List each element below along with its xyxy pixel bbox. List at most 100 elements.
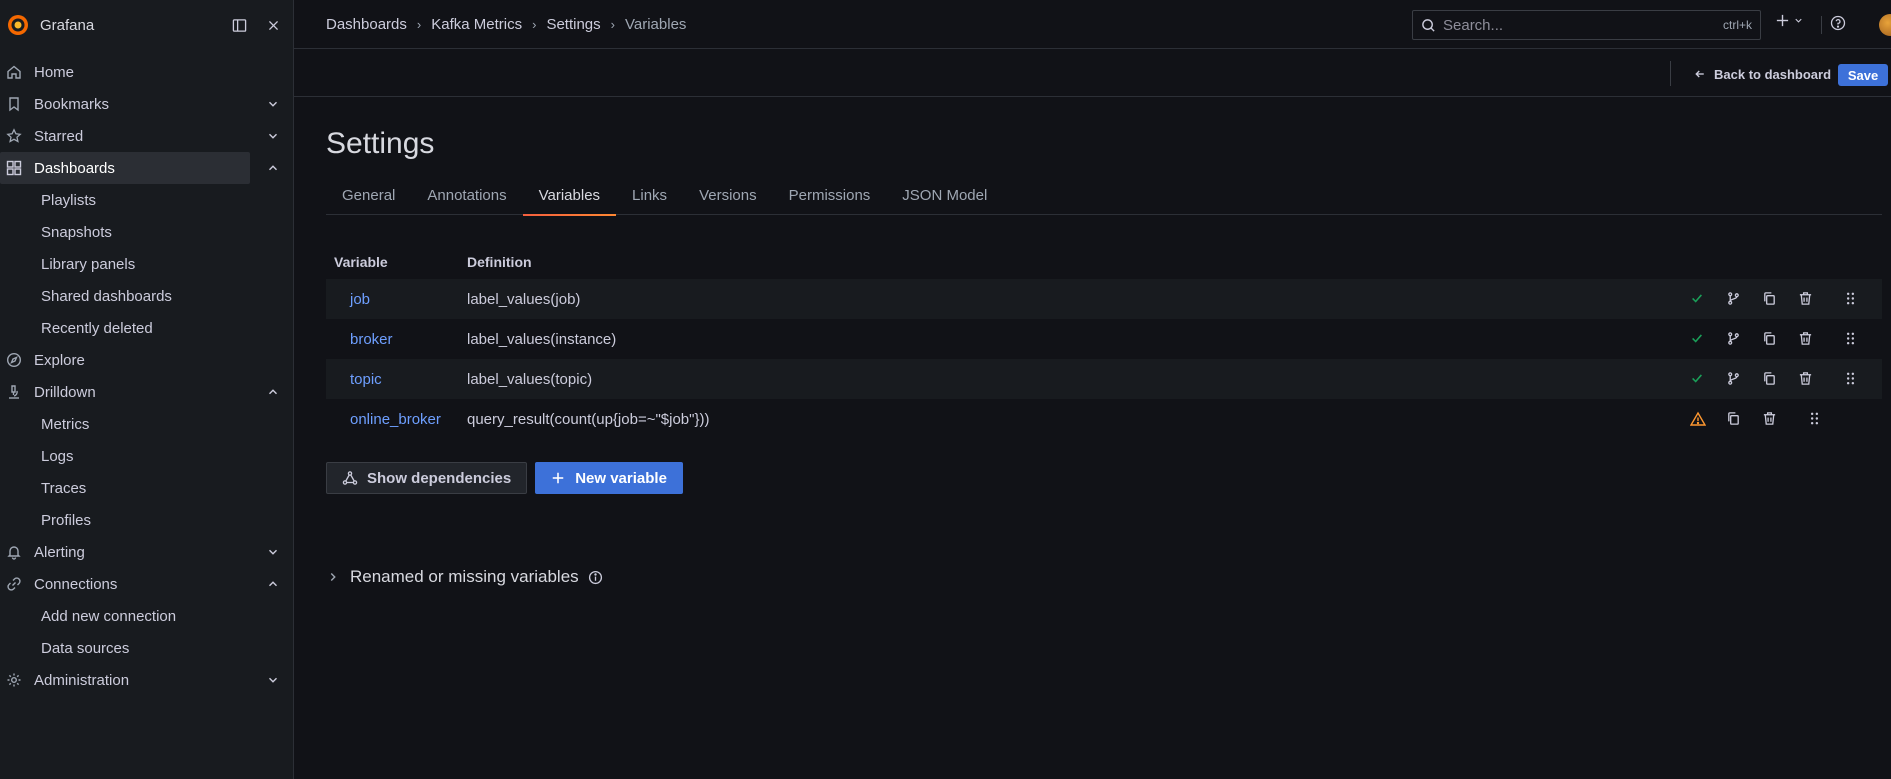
variable-actions: Show dependencies New variable [326, 462, 683, 494]
sidebar-item-administration[interactable]: Administration [0, 664, 277, 696]
new-menu-button[interactable] [1775, 13, 1804, 28]
trash-icon[interactable] [1798, 371, 1814, 387]
breadcrumb: Dashboards › Kafka Metrics › Settings › … [326, 16, 686, 33]
plus-icon [551, 471, 565, 485]
trash-icon[interactable] [1798, 291, 1814, 307]
compass-icon [6, 352, 22, 368]
copy-icon[interactable] [1726, 411, 1742, 427]
drag-handle-icon[interactable] [1843, 371, 1859, 387]
chevron-up-icon[interactable] [266, 385, 280, 399]
arrow-left-icon [1694, 68, 1706, 80]
chevron-down-icon[interactable] [266, 129, 280, 143]
chevron-right-icon [326, 570, 340, 584]
sidebar-item-playlists[interactable]: Playlists [0, 184, 293, 216]
search-input[interactable]: Search... ctrl+k [1412, 10, 1761, 40]
page-title: Settings [326, 127, 435, 160]
dependencies-icon [342, 470, 358, 486]
code-branch-icon[interactable] [1726, 371, 1742, 387]
sidebar-item-label: Starred [34, 127, 84, 145]
check-icon [1690, 331, 1706, 347]
dock-menu-icon[interactable] [227, 13, 251, 37]
breadcrumb-dashboards[interactable]: Dashboards [326, 16, 407, 33]
link-icon [6, 576, 22, 592]
avatar[interactable] [1879, 14, 1891, 36]
copy-icon[interactable] [1762, 331, 1778, 347]
bell-icon [6, 544, 22, 560]
table-row[interactable]: online_broker query_result(count(up{job=… [326, 399, 1882, 439]
sidebar-item-label: Alerting [34, 543, 85, 561]
table-row[interactable]: job label_values(job) [326, 279, 1882, 319]
breadcrumb-kafka-metrics[interactable]: Kafka Metrics [431, 16, 522, 33]
tab-json-model[interactable]: JSON Model [886, 180, 1003, 215]
code-branch-icon[interactable] [1726, 331, 1742, 347]
tab-annotations[interactable]: Annotations [411, 180, 522, 215]
tab-permissions[interactable]: Permissions [773, 180, 887, 215]
info-circle-icon[interactable] [588, 570, 603, 585]
tab-variables[interactable]: Variables [522, 180, 617, 216]
table-row[interactable]: broker label_values(instance) [326, 319, 1882, 359]
sidebar-item-metrics[interactable]: Metrics [0, 408, 293, 440]
sidebar-item-logs[interactable]: Logs [0, 440, 293, 472]
sidebar-item-bookmarks[interactable]: Bookmarks [0, 88, 277, 120]
search-placeholder: Search... [1443, 16, 1504, 34]
sidebar-item-label: Administration [34, 671, 130, 689]
new-variable-button[interactable]: New variable [535, 462, 683, 494]
show-dependencies-button[interactable]: Show dependencies [326, 462, 528, 494]
settings-tabs: General Annotations Variables Links Vers… [326, 180, 1882, 216]
grafana-logo-icon[interactable] [6, 13, 30, 37]
sidebar-item-profiles[interactable]: Profiles [0, 504, 293, 536]
sidebar-item-explore[interactable]: Explore [0, 344, 249, 376]
variable-name-link[interactable]: job [326, 291, 467, 308]
back-to-dashboard-button[interactable]: Back to dashboard [1694, 63, 1831, 85]
sidebar-header: Grafana [0, 0, 293, 50]
help-icon[interactable] [1830, 15, 1848, 33]
home-icon [6, 64, 22, 80]
chevron-down-icon[interactable] [266, 545, 280, 559]
sidebar-item-starred[interactable]: Starred [0, 120, 277, 152]
variable-definition: label_values(job) [467, 290, 581, 308]
variable-name-link[interactable]: broker [326, 331, 467, 348]
tab-links[interactable]: Links [616, 180, 683, 215]
sidebar: Grafana Home Bookmarks Starred Dashboard… [0, 0, 294, 779]
renamed-missing-variables-toggle[interactable]: Renamed or missing variables [326, 567, 603, 587]
drag-handle-icon[interactable] [1843, 291, 1859, 307]
variable-name-link[interactable]: online_broker [326, 411, 467, 428]
chevron-up-icon[interactable] [266, 161, 280, 175]
chevron-down-icon[interactable] [266, 97, 280, 111]
chevron-up-icon[interactable] [266, 577, 280, 591]
sidebar-item-recently-deleted[interactable]: Recently deleted [0, 312, 293, 344]
trash-icon[interactable] [1762, 411, 1778, 427]
breadcrumb-settings[interactable]: Settings [546, 16, 600, 33]
warning-icon[interactable] [1690, 411, 1706, 427]
save-button[interactable]: Save [1838, 64, 1888, 86]
breadcrumb-variables: Variables [624, 15, 687, 33]
sidebar-item-shared-dashboards[interactable]: Shared dashboards [0, 280, 293, 312]
sidebar-item-label: Home [34, 63, 75, 81]
sidebar-item-connections[interactable]: Connections [0, 568, 277, 600]
variable-definition: label_values(instance) [467, 330, 617, 348]
sidebar-item-home[interactable]: Home [0, 56, 249, 88]
close-icon[interactable] [261, 13, 285, 37]
trash-icon[interactable] [1798, 331, 1814, 347]
sidebar-item-snapshots[interactable]: Snapshots [0, 216, 293, 248]
sidebar-item-drilldown[interactable]: Drilldown [0, 376, 277, 408]
sidebar-item-alerting[interactable]: Alerting [0, 536, 277, 568]
code-branch-icon[interactable] [1726, 291, 1742, 307]
copy-icon[interactable] [1762, 371, 1778, 387]
sidebar-nav: Home Bookmarks Starred Dashboards Playli… [0, 50, 293, 696]
sidebar-item-dashboards[interactable]: Dashboards [0, 152, 277, 184]
drag-handle-icon[interactable] [1843, 331, 1859, 347]
chevron-down-icon[interactable] [266, 673, 280, 687]
sidebar-item-add-new-connection[interactable]: Add new connection [0, 600, 293, 632]
sidebar-item-traces[interactable]: Traces [0, 472, 293, 504]
variable-name-link[interactable]: topic [326, 371, 467, 388]
table-row[interactable]: topic label_values(topic) [326, 359, 1882, 399]
variables-table: Variable Definition job label_values(job… [326, 245, 1882, 439]
tab-versions[interactable]: Versions [683, 180, 773, 215]
cog-icon [6, 672, 22, 688]
copy-icon[interactable] [1762, 291, 1778, 307]
drag-handle-icon[interactable] [1807, 411, 1823, 427]
tab-general[interactable]: General [326, 180, 411, 215]
sidebar-item-data-sources[interactable]: Data sources [0, 632, 293, 664]
sidebar-item-library-panels[interactable]: Library panels [0, 248, 293, 280]
